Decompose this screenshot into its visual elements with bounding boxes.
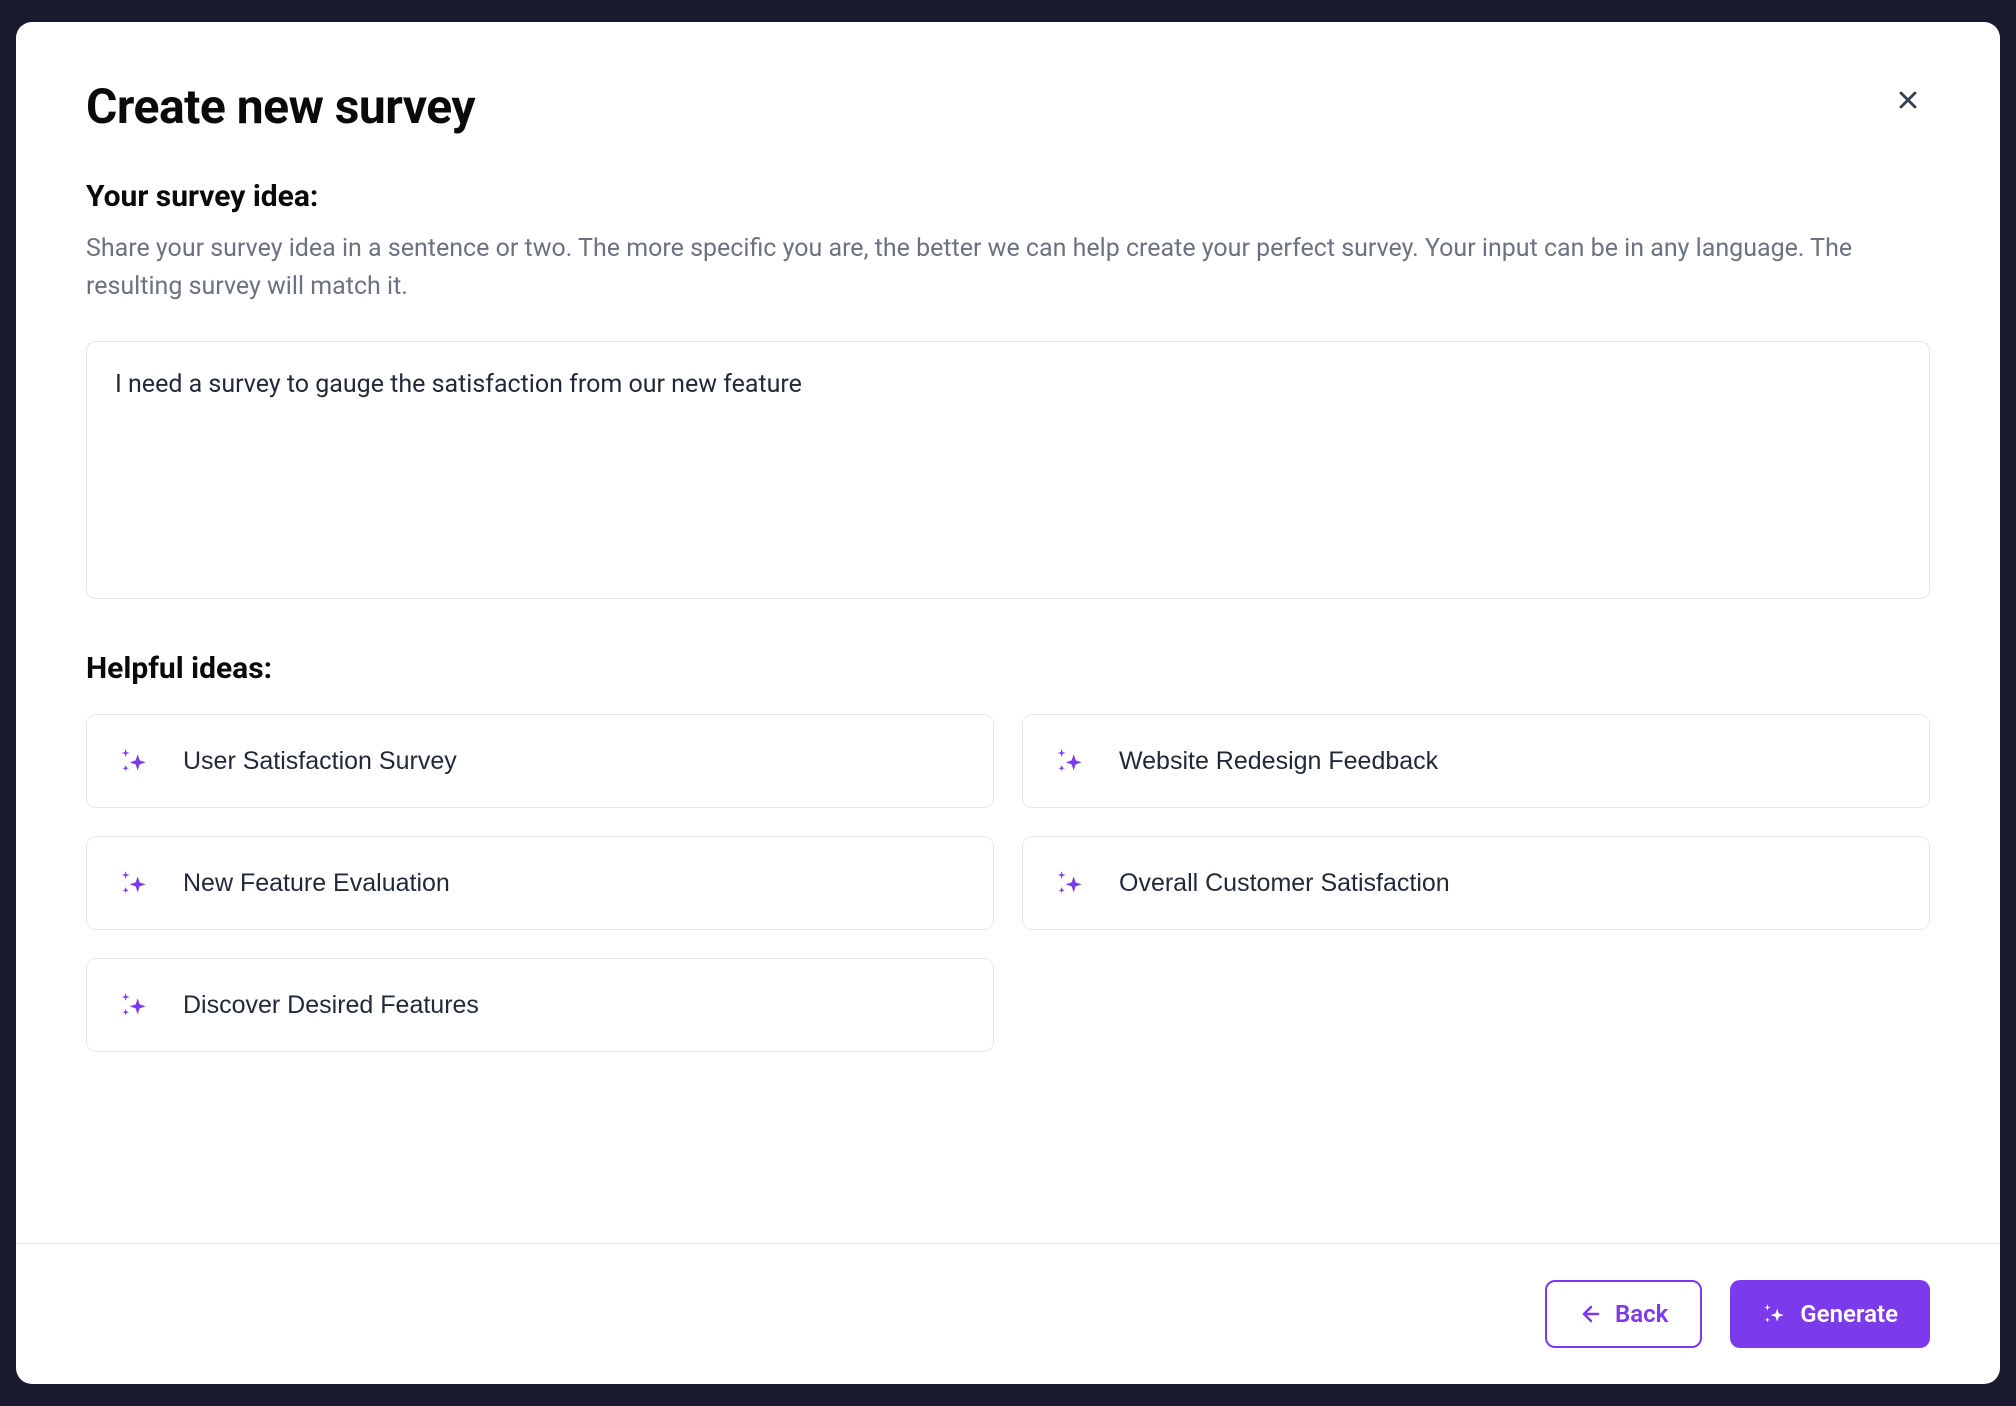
close-icon (1894, 86, 1922, 114)
sparkle-icon (1762, 1301, 1788, 1327)
ideas-grid: User Satisfaction Survey Website Redesig… (86, 714, 1930, 1052)
generate-label: Generate (1800, 1300, 1898, 1328)
idea-label: User Satisfaction Survey (183, 747, 457, 776)
arrow-left-icon (1579, 1302, 1603, 1326)
sparkle-icon (1055, 745, 1087, 777)
idea-label: Website Redesign Feedback (1119, 747, 1438, 776)
helpful-section-label: Helpful ideas: (86, 651, 1930, 686)
idea-label: Overall Customer Satisfaction (1119, 869, 1450, 898)
idea-section-label: Your survey idea: (86, 179, 1930, 214)
close-button[interactable] (1886, 78, 1930, 122)
sparkle-icon (119, 989, 151, 1021)
back-button[interactable]: Back (1545, 1280, 1702, 1348)
idea-card-website-redesign[interactable]: Website Redesign Feedback (1022, 714, 1930, 808)
idea-card-new-feature[interactable]: New Feature Evaluation (86, 836, 994, 930)
survey-idea-textarea[interactable] (86, 341, 1930, 599)
idea-label: New Feature Evaluation (183, 869, 450, 898)
idea-label: Discover Desired Features (183, 991, 479, 1020)
idea-section-description: Share your survey idea in a sentence or … (86, 230, 1930, 305)
modal-footer: Back Generate (16, 1243, 2000, 1384)
idea-card-desired-features[interactable]: Discover Desired Features (86, 958, 994, 1052)
idea-section: Your survey idea: Share your survey idea… (86, 179, 1930, 603)
create-survey-modal: Create new survey Your survey idea: Shar… (16, 22, 2000, 1384)
sparkle-icon (119, 745, 151, 777)
modal-body: Create new survey Your survey idea: Shar… (16, 22, 2000, 1243)
back-label: Back (1615, 1300, 1668, 1328)
helpful-section: Helpful ideas: User Satisfaction Survey (86, 651, 1930, 1052)
modal-title: Create new survey (86, 78, 475, 135)
generate-button[interactable]: Generate (1730, 1280, 1930, 1348)
modal-header: Create new survey (86, 78, 1930, 135)
sparkle-icon (119, 867, 151, 899)
sparkle-icon (1055, 867, 1087, 899)
idea-card-user-satisfaction[interactable]: User Satisfaction Survey (86, 714, 994, 808)
idea-card-customer-satisfaction[interactable]: Overall Customer Satisfaction (1022, 836, 1930, 930)
